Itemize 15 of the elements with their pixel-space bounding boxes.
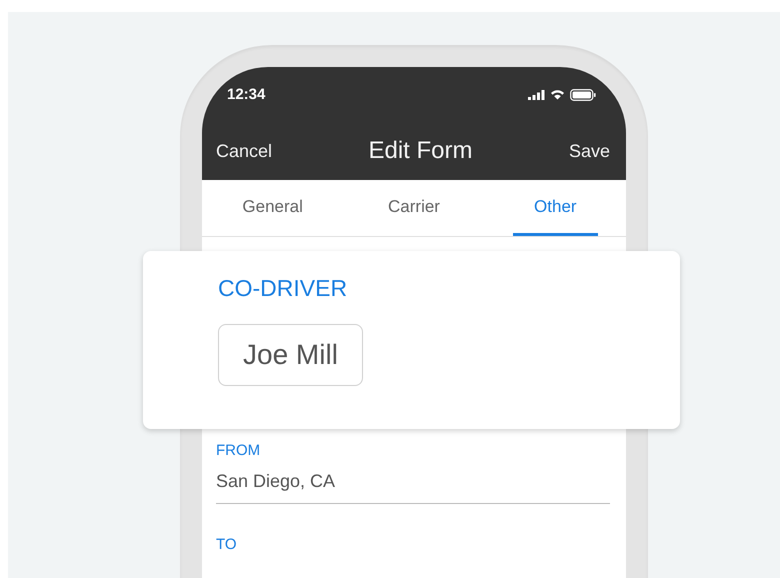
screen-title: Edit Form: [368, 137, 472, 165]
name-chip[interactable]: Joe Mill: [218, 324, 363, 386]
tab[interactable]: General: [230, 180, 316, 236]
status-time: 12:34: [227, 86, 266, 103]
input-field[interactable]: San Diego, CA: [216, 459, 610, 504]
wifi-icon: [550, 89, 565, 100]
tab[interactable]: Other: [512, 180, 598, 236]
card-label: CO-DRIVER: [218, 275, 348, 302]
save-button[interactable]: Save: [568, 140, 610, 162]
battery-icon: [570, 88, 596, 100]
field-label: TO: [216, 536, 237, 553]
signal-icon: [528, 90, 545, 100]
cancel-button[interactable]: Cancel: [216, 140, 272, 162]
tab[interactable]: Carrier: [371, 180, 457, 236]
field-label: FROM: [216, 442, 260, 459]
